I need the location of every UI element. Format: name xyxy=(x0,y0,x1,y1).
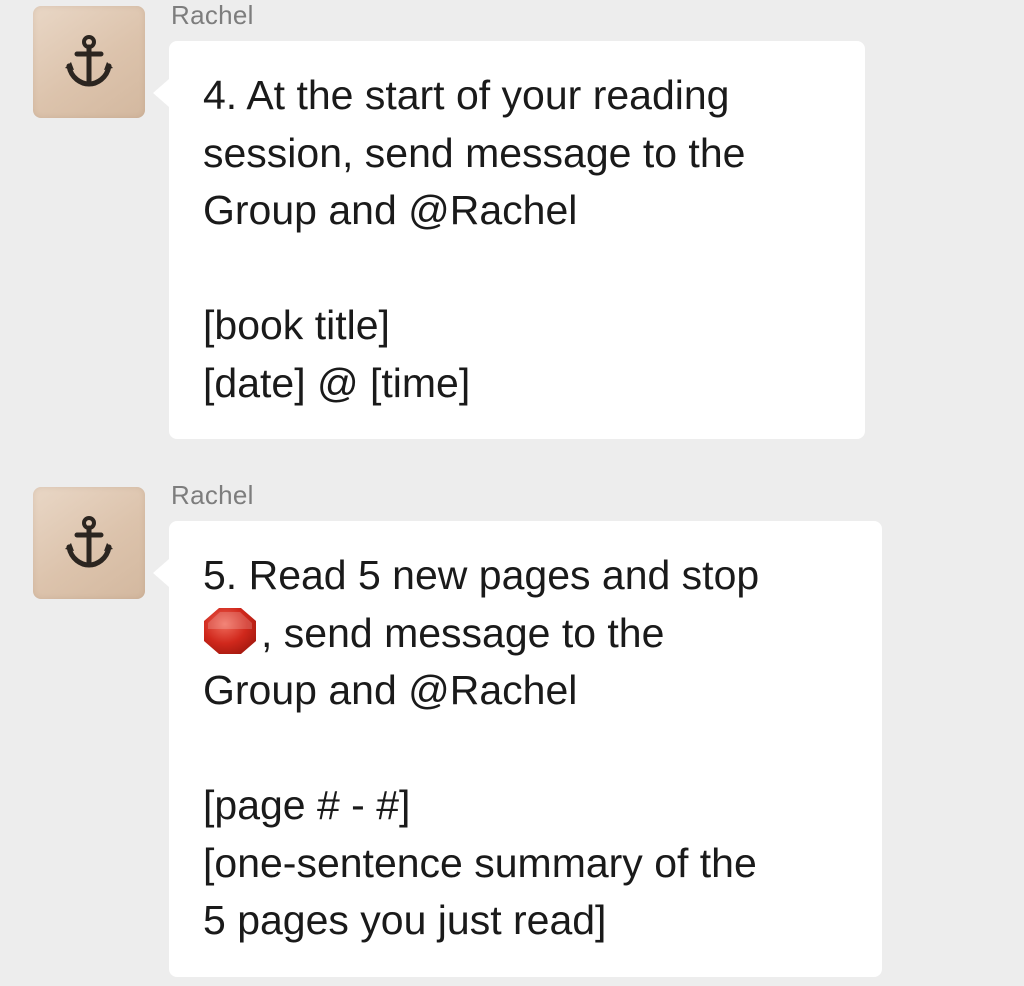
message-text: Group and @Rachel xyxy=(203,667,578,713)
sender-name: Rachel xyxy=(171,480,254,510)
avatar[interactable] xyxy=(33,487,145,599)
stop-sign-icon xyxy=(203,607,257,655)
message-text: 5 pages you just read] xyxy=(203,897,607,943)
sender-name: Rachel xyxy=(171,0,254,30)
message-text: 5. Read 5 new pages and stop xyxy=(203,552,760,598)
message-text-with-icon: , send message to the xyxy=(203,605,846,663)
anchor-icon xyxy=(65,35,113,87)
message-bubble[interactable]: 4. At the start of your reading session,… xyxy=(153,41,865,439)
avatar[interactable] xyxy=(33,6,145,118)
message-text: Group and @Rachel xyxy=(203,187,578,233)
message-text: , send message to the xyxy=(261,609,665,656)
message-text: [book title] xyxy=(203,302,390,348)
message-text: [date] @ [time] xyxy=(203,359,471,406)
message-text: session, send message to the xyxy=(203,129,746,176)
message-text: 4. At the start of your reading xyxy=(203,72,730,118)
message-text: [page # - #] xyxy=(203,782,411,828)
message-bubble[interactable]: 5. Read 5 new pages and stop , send mess… xyxy=(153,521,882,977)
message-text: [one-sentence summary of the xyxy=(203,839,757,886)
anchor-icon xyxy=(65,516,113,568)
